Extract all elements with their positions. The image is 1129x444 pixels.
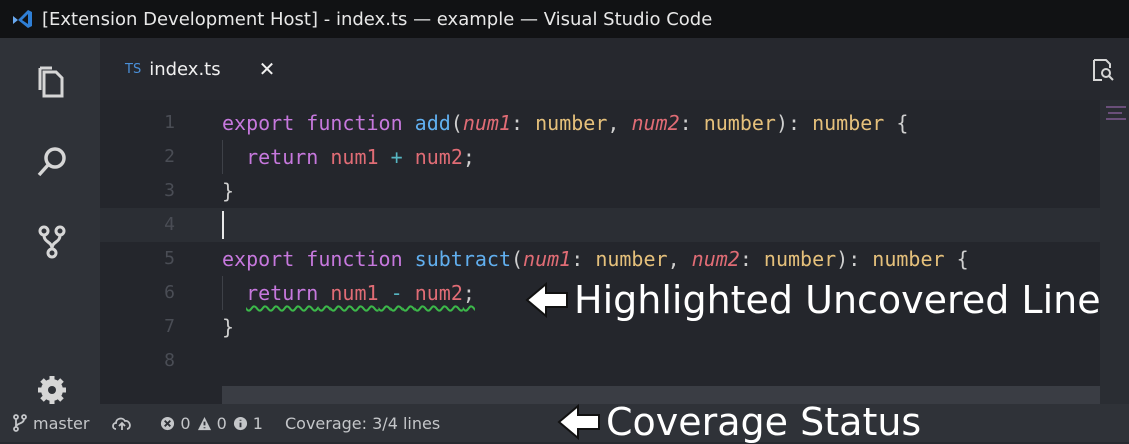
- window-title: [Extension Development Host] - index.ts …: [42, 8, 713, 30]
- info-icon: [233, 416, 247, 430]
- explorer-icon[interactable]: [28, 58, 76, 106]
- code-editor[interactable]: 1 export function add(num1: number, num2…: [100, 100, 1100, 404]
- branch-name: master: [33, 413, 90, 433]
- info-count: 1: [252, 413, 263, 433]
- problems-indicator[interactable]: 0 0 1: [160, 414, 263, 433]
- error-count: 0: [180, 413, 191, 433]
- annotation-uncovered-line: Highlighted Uncovered Line: [524, 278, 1101, 322]
- annotation-coverage-status: Coverage Status: [556, 400, 921, 444]
- code-line-1: 1 export function add(num1: number, num2…: [100, 106, 1100, 140]
- code-line-3: 3 }: [100, 174, 1100, 208]
- warning-icon: [197, 416, 211, 430]
- line-number: 8: [164, 350, 175, 371]
- code-line-8: 8: [100, 344, 1100, 378]
- code-line-4-current: 4: [100, 208, 1100, 242]
- line-number: 1: [164, 112, 175, 133]
- branch-indicator[interactable]: master: [12, 414, 89, 433]
- tab-close-icon[interactable]: ✕: [259, 57, 276, 81]
- cloud-upload-icon: [112, 417, 132, 430]
- git-branch-icon: [13, 414, 27, 432]
- error-icon: [161, 416, 175, 430]
- open-preview-icon[interactable]: [1091, 58, 1115, 82]
- tab-index-ts[interactable]: TS index.ts ✕: [100, 38, 300, 100]
- line-number: 2: [164, 146, 175, 167]
- line-number: 3: [164, 180, 175, 201]
- warning-count: 0: [216, 413, 227, 433]
- tab-bar: TS index.ts ✕: [100, 38, 1129, 100]
- source-control-icon[interactable]: [28, 218, 76, 266]
- line-number: 7: [164, 316, 175, 337]
- typescript-file-icon: TS: [125, 61, 142, 77]
- code-line-2: 2 return num1 + num2;: [100, 140, 1100, 174]
- line-number: 4: [164, 214, 175, 235]
- arrow-left-icon: [557, 403, 600, 441]
- sync-button[interactable]: [111, 415, 138, 431]
- coverage-status[interactable]: Coverage: 3/4 lines: [285, 414, 440, 433]
- annotation-coverage-text: Coverage Status: [606, 400, 922, 444]
- arrow-left-icon: [525, 281, 568, 319]
- line-number: 6: [164, 282, 175, 303]
- title-bar: [Extension Development Host] - index.ts …: [0, 0, 1129, 38]
- activity-bar: [0, 38, 100, 404]
- tab-filename: index.ts: [149, 58, 221, 80]
- vscode-logo-icon: [10, 7, 34, 31]
- code-line-5: 5 export function subtract(num1: number,…: [100, 242, 1100, 276]
- uncovered-code-highlight: return num1 - num2;: [246, 281, 475, 305]
- line-number: 5: [164, 248, 175, 269]
- text-cursor: [222, 211, 224, 239]
- annotation-uncovered-text: Highlighted Uncovered Line: [574, 278, 1101, 322]
- search-icon[interactable]: [28, 138, 76, 186]
- minimap[interactable]: [1100, 100, 1129, 404]
